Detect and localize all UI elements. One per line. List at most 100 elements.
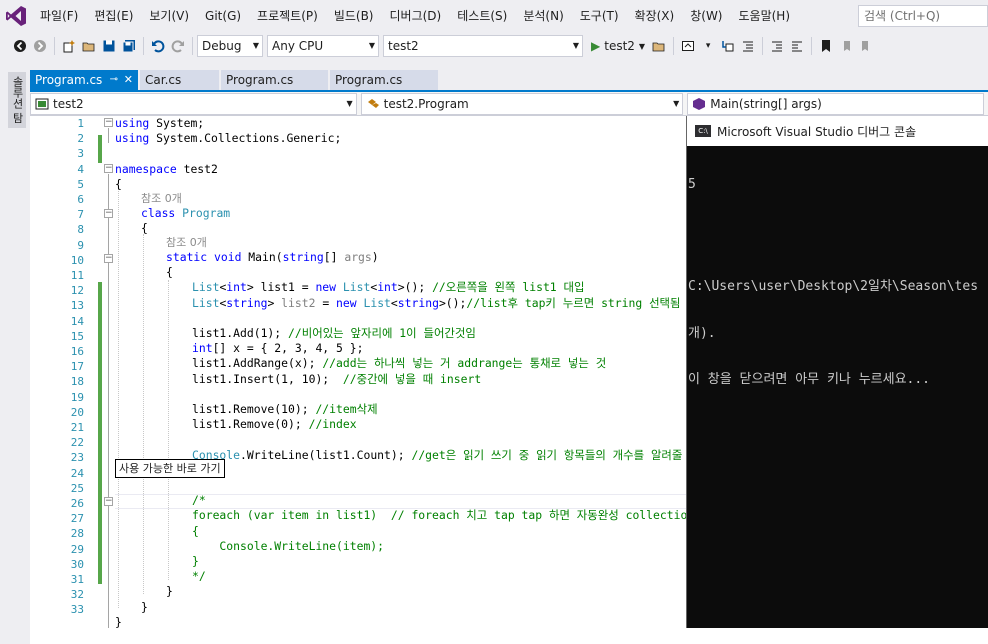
- menu-project[interactable]: 프로젝트(P): [249, 0, 326, 32]
- line-number: 5: [77, 177, 84, 191]
- next-bookmark-icon[interactable]: [856, 35, 876, 57]
- line-number: 33: [70, 603, 84, 617]
- code-line-2: using System.Collections.Generic;: [115, 131, 341, 146]
- comment-lines-icon[interactable]: [738, 35, 758, 57]
- code-text: ): [371, 250, 379, 264]
- console-title-bar[interactable]: C:\ Microsoft Visual Studio 디버그 콘솔: [687, 116, 988, 146]
- keyword: using: [115, 131, 150, 146]
- keyword: using: [115, 116, 150, 130]
- tab-program-cs[interactable]: Program.cs: [330, 70, 438, 90]
- line-number: 10: [70, 253, 84, 267]
- keyword: static: [166, 250, 208, 264]
- line-number-gutter: 1 2 3 4 5 6 7 8 9 10 11 12 13 14 15 16 17 18 19 20 21 22 23 24 2…: [30, 116, 84, 644]
- solution-configuration-select[interactable]: Debug ▼: [197, 35, 263, 57]
- tab-program-cs-active[interactable]: Program.cs ⊸ ✕: [30, 70, 138, 92]
- menu-file[interactable]: 파일(F): [32, 0, 86, 32]
- attach-icon[interactable]: [649, 35, 669, 57]
- collapse-icon[interactable]: −: [104, 209, 113, 218]
- reference-count-codelens[interactable]: 참조 0개: [141, 191, 182, 206]
- collapse-icon[interactable]: −: [104, 164, 113, 173]
- solution-platform-select[interactable]: Any CPU ▼: [267, 35, 379, 57]
- line-number: 9: [77, 238, 84, 252]
- type-name: List: [336, 280, 371, 295]
- chevron-down-icon: ▼: [673, 99, 680, 108]
- code-line-13: list1.Add(1); //비어있는 앞자리에 1이 들어간것임: [192, 326, 476, 341]
- outdent-icon[interactable]: [787, 35, 807, 57]
- class-icon: [366, 97, 380, 111]
- line-number: 1: [77, 117, 84, 130]
- open-file-icon[interactable]: [79, 35, 99, 57]
- menu-extensions[interactable]: 확장(X): [627, 0, 683, 32]
- type-name: List: [192, 280, 220, 295]
- redo-icon[interactable]: [168, 35, 188, 57]
- code-line-19: list1.Remove(0); //index: [192, 417, 357, 432]
- method-icon: [692, 97, 706, 111]
- search-input[interactable]: 검색 (Ctrl+Q): [858, 5, 988, 27]
- menu-bar: 파일(F) 편집(E) 보기(V) Git(G) 프로젝트(P) 빌드(B) 디…: [0, 0, 988, 32]
- menu-analyze[interactable]: 분석(N): [515, 0, 571, 32]
- browser-link-icon[interactable]: [678, 35, 698, 57]
- pin-icon[interactable]: ⊸: [110, 70, 118, 90]
- console-line: 개).: [688, 325, 716, 341]
- visual-studio-logo-icon[interactable]: [0, 0, 32, 32]
- console-app-icon: C:\: [695, 125, 711, 137]
- new-project-icon[interactable]: [59, 35, 79, 57]
- indent-guide: [118, 188, 119, 608]
- tab-label: Program.cs: [35, 73, 103, 87]
- chevron-down-icon: ▼: [368, 41, 375, 50]
- line-number: 28: [70, 527, 84, 541]
- code-text: }: [141, 599, 148, 614]
- start-debugging-button[interactable]: ▶ test2 ▼: [587, 35, 649, 57]
- close-icon[interactable]: ✕: [124, 70, 133, 90]
- keyword: namespace: [115, 161, 177, 176]
- save-icon[interactable]: [99, 35, 119, 57]
- comment: {: [192, 523, 199, 538]
- debug-console-window[interactable]: C:\ Microsoft Visual Studio 디버그 콘솔 5 C:\…: [686, 116, 988, 628]
- menu-build[interactable]: 빌드(B): [326, 0, 382, 32]
- indent-icon[interactable]: [767, 35, 787, 57]
- code-text: list1.Insert(1, 10);: [192, 371, 343, 386]
- tab-program-cs[interactable]: Program.cs: [221, 70, 328, 90]
- prev-bookmark-icon[interactable]: [836, 35, 856, 57]
- comment: //item삭제: [315, 402, 378, 416]
- menu-view[interactable]: 보기(V): [141, 0, 197, 32]
- line-number: 7: [77, 208, 84, 222]
- keyword: new: [336, 295, 357, 310]
- collapse-icon[interactable]: −: [104, 118, 113, 127]
- menu-test[interactable]: 테스트(S): [449, 0, 515, 32]
- menu-help[interactable]: 도움말(H): [731, 0, 799, 32]
- bookmark-icon[interactable]: [816, 35, 836, 57]
- comment: //list후 tap키 누르면 string 선택됨: [466, 295, 681, 310]
- class-select[interactable]: test2.Program ▼: [360, 93, 684, 115]
- undo-icon[interactable]: [148, 35, 168, 57]
- forward-icon[interactable]: [30, 35, 50, 57]
- code-text: >();: [438, 295, 467, 310]
- member-select[interactable]: Main(string[] args): [687, 93, 984, 115]
- back-icon[interactable]: [10, 35, 30, 57]
- code-text: >();: [397, 280, 433, 295]
- comment: //비어있는 앞자리에 1이 들어간것임: [288, 326, 476, 340]
- menu-git[interactable]: Git(G): [197, 0, 249, 32]
- reference-count-codelens[interactable]: 참조 0개: [166, 235, 207, 250]
- keyword: string: [226, 295, 268, 310]
- menu-tools[interactable]: 도구(T): [572, 0, 627, 32]
- tab-car-cs[interactable]: Car.cs: [140, 70, 219, 90]
- hot-reload-icon[interactable]: ▾: [698, 35, 718, 57]
- collapse-icon[interactable]: −: [104, 497, 113, 506]
- code-text: .WriteLine(list1.Count);: [240, 447, 412, 462]
- solution-explorer-side-tab[interactable]: 솔루션 탐: [8, 72, 26, 128]
- project-select[interactable]: test2 ▼: [30, 93, 357, 115]
- collapse-icon[interactable]: −: [104, 254, 113, 263]
- keyword: class: [141, 206, 176, 220]
- code-text: System;: [149, 116, 205, 130]
- keyword: void: [214, 250, 242, 264]
- save-all-icon[interactable]: [119, 35, 139, 57]
- menu-debug[interactable]: 디버그(D): [382, 0, 450, 32]
- step-into-icon[interactable]: [718, 35, 738, 57]
- keyword: int: [377, 280, 398, 295]
- menu-edit[interactable]: 편집(E): [86, 0, 141, 32]
- code-line-24: /*: [192, 493, 206, 508]
- startup-project-select[interactable]: test2 ▼: [383, 35, 583, 57]
- code-line-26: {: [192, 524, 199, 539]
- menu-window[interactable]: 창(W): [682, 0, 730, 32]
